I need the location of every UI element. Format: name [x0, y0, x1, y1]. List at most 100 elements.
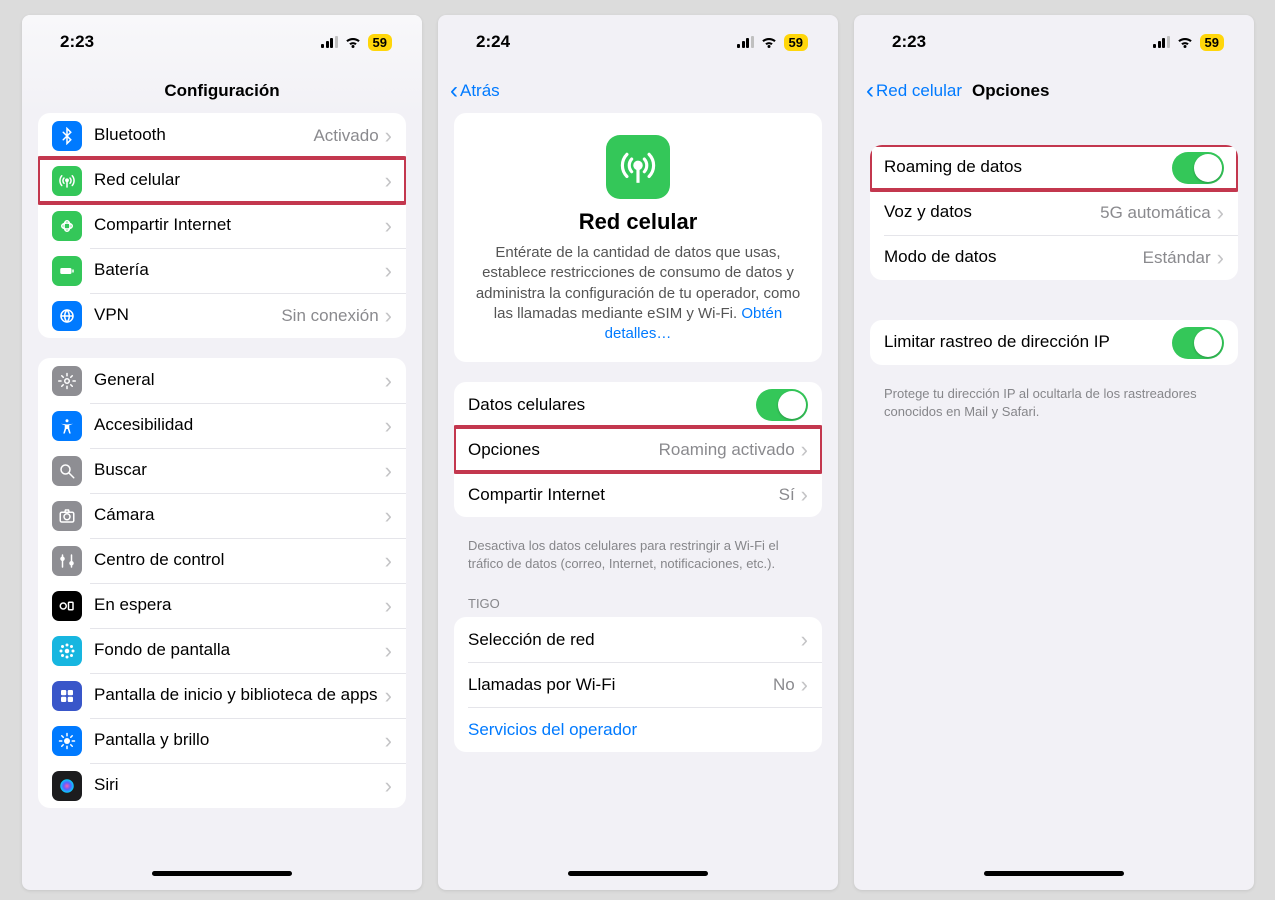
row-label: Red celular — [94, 170, 385, 190]
row-label: VPN — [94, 305, 281, 325]
settings-row[interactable]: Batería› — [38, 248, 406, 293]
settings-row[interactable]: Fondo de pantalla› — [38, 628, 406, 673]
chevron-right-icon: › — [801, 627, 808, 653]
row-value: Roaming activado — [659, 440, 795, 460]
signal-icon — [737, 36, 754, 48]
chevron-left-icon: ‹ — [450, 79, 458, 103]
hero-card: Red celular Entérate de la cantidad de d… — [454, 113, 822, 362]
row-label: En espera — [94, 595, 385, 615]
row-value: 5G automática — [1100, 203, 1211, 223]
row-label: Servicios del operador — [468, 720, 808, 740]
row-value: Estándar — [1143, 248, 1211, 268]
row-value: Activado — [313, 126, 378, 146]
toggle-switch[interactable] — [1172, 152, 1224, 184]
row-label: Modo de datos — [884, 247, 1143, 267]
home-indicator[interactable] — [568, 871, 708, 876]
search-icon — [52, 456, 82, 486]
settings-row[interactable]: OpcionesRoaming activado › — [454, 427, 822, 472]
battery-icon: 59 — [368, 34, 392, 51]
back-button[interactable]: ‹Atrás — [450, 79, 500, 103]
row-label: Centro de control — [94, 550, 385, 570]
chevron-left-icon: ‹ — [866, 79, 874, 103]
settings-row[interactable]: Voz y datos5G automática› — [870, 190, 1238, 235]
row-label: Roaming de datos — [884, 157, 1172, 177]
settings-row[interactable]: Cámara› — [38, 493, 406, 538]
chevron-right-icon: › — [1217, 245, 1224, 271]
row-label: General — [94, 370, 385, 390]
row-label: Pantalla de inicio y biblioteca de apps — [94, 677, 385, 713]
settings-row[interactable]: Datos celulares — [454, 382, 822, 427]
wallpaper-icon — [52, 636, 82, 666]
settings-row[interactable]: Buscar› — [38, 448, 406, 493]
phone-settings: 2:23 59 Configuración BluetoothActivado›… — [22, 15, 422, 890]
hotspot-icon — [52, 211, 82, 241]
vpn-icon — [52, 301, 82, 331]
chevron-right-icon: › — [385, 638, 392, 664]
chevron-right-icon: › — [385, 258, 392, 284]
row-label: Cámara — [94, 505, 385, 525]
settings-row[interactable]: Centro de control› — [38, 538, 406, 583]
section-header: TIGO — [438, 590, 838, 617]
wifi-icon — [760, 33, 778, 51]
wifi-icon — [344, 33, 362, 51]
cellular-icon — [606, 135, 670, 199]
siri-icon — [52, 771, 82, 801]
settings-row[interactable]: Roaming de datos — [870, 145, 1238, 190]
toggle-switch[interactable] — [1172, 327, 1224, 359]
home-indicator[interactable] — [984, 871, 1124, 876]
settings-row[interactable]: Servicios del operador — [454, 707, 822, 752]
settings-row[interactable]: Llamadas por Wi-FiNo› — [454, 662, 822, 707]
row-label: Limitar rastreo de dirección IP — [884, 332, 1172, 352]
status-time: 2:23 — [60, 32, 94, 52]
chevron-right-icon: › — [385, 458, 392, 484]
hero-title: Red celular — [474, 209, 802, 235]
settings-row[interactable]: VPNSin conexión› — [38, 293, 406, 338]
chevron-right-icon: › — [385, 213, 392, 239]
settings-row[interactable]: Compartir Internet› — [38, 203, 406, 248]
row-label: Datos celulares — [468, 395, 756, 415]
settings-row[interactable]: Red celular› — [38, 158, 406, 203]
settings-row[interactable]: Limitar rastreo de dirección IP — [870, 320, 1238, 365]
row-value: No — [773, 675, 795, 695]
hero-text: Entérate de la cantidad de datos que usa… — [474, 243, 802, 344]
settings-row[interactable]: Pantalla y brillo› — [38, 718, 406, 763]
row-label: Opciones — [468, 440, 659, 460]
row-value: Sí — [779, 485, 795, 505]
chevron-right-icon: › — [801, 482, 808, 508]
row-label: Selección de red — [468, 630, 801, 650]
page-title: Configuración — [164, 81, 279, 101]
row-label: Batería — [94, 260, 385, 280]
signal-icon — [1153, 36, 1170, 48]
signal-icon — [321, 36, 338, 48]
homescreen-icon — [52, 681, 82, 711]
settings-row[interactable]: En espera› — [38, 583, 406, 628]
settings-row[interactable]: Pantalla de inicio y biblioteca de apps› — [38, 673, 406, 718]
settings-row[interactable]: Modo de datosEstándar › — [870, 235, 1238, 280]
status-bar: 2:23 59 — [854, 15, 1254, 69]
row-value: Sin conexión — [281, 306, 378, 326]
bluetooth-icon — [52, 121, 82, 151]
general-icon — [52, 366, 82, 396]
control-icon — [52, 546, 82, 576]
row-label: Compartir Internet — [94, 215, 385, 235]
settings-row[interactable]: BluetoothActivado› — [38, 113, 406, 158]
chevron-right-icon: › — [801, 437, 808, 463]
status-bar: 2:23 59 — [22, 15, 422, 69]
standby-icon — [52, 591, 82, 621]
row-label: Buscar — [94, 460, 385, 480]
settings-row[interactable]: General› — [38, 358, 406, 403]
toggle-switch[interactable] — [756, 389, 808, 421]
nav-bar: ‹Atrás — [438, 69, 838, 113]
phone-cellular: 2:24 59 ‹Atrás Red celular Entérate de l… — [438, 15, 838, 890]
settings-row[interactable]: Selección de red› — [454, 617, 822, 662]
settings-row[interactable]: Compartir InternetSí› — [454, 472, 822, 517]
settings-row[interactable]: Accesibilidad› — [38, 403, 406, 448]
chevron-right-icon: › — [385, 503, 392, 529]
wifi-icon — [1176, 33, 1194, 51]
row-label: Pantalla y brillo — [94, 730, 385, 750]
row-label: Llamadas por Wi-Fi — [468, 675, 773, 695]
settings-row[interactable]: Siri› — [38, 763, 406, 808]
nav-bar: ‹Red celular Opciones — [854, 69, 1254, 113]
home-indicator[interactable] — [152, 871, 292, 876]
back-button[interactable]: ‹Red celular — [866, 79, 962, 103]
